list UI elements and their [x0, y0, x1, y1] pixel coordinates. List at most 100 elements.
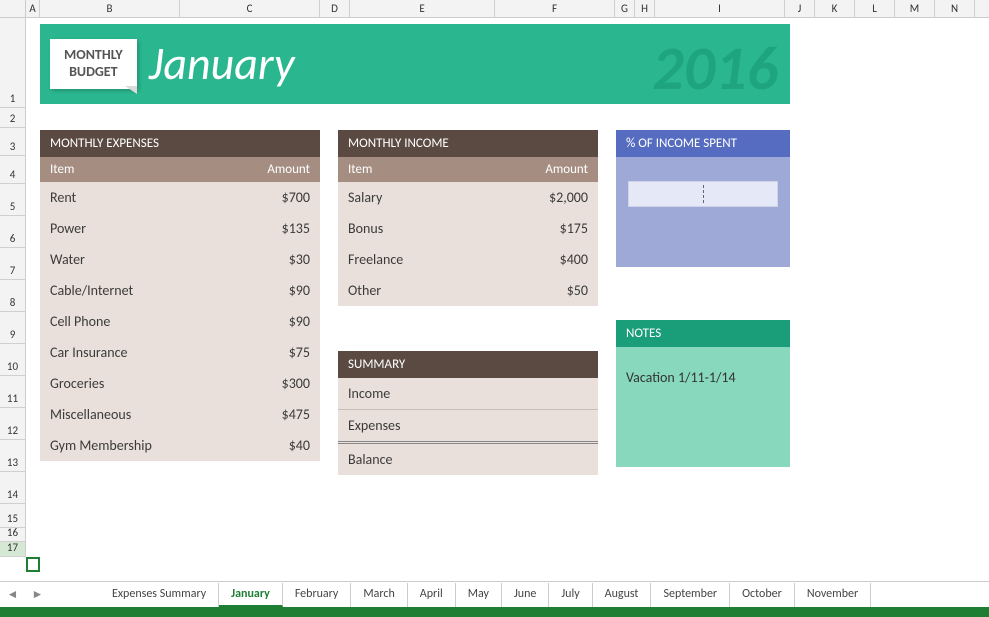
col-header-N[interactable]: N: [935, 0, 975, 17]
col-header-E[interactable]: E: [350, 0, 495, 17]
col-header-H[interactable]: H: [635, 0, 655, 17]
col-header-J[interactable]: J: [785, 0, 815, 17]
expense-amount: $90: [289, 282, 310, 299]
notes-body[interactable]: Vacation 1/11-1/14: [616, 347, 790, 467]
tab-july[interactable]: July: [549, 583, 592, 607]
table-row[interactable]: Water $30: [40, 244, 320, 275]
budget-badge: MONTHLY BUDGET: [50, 39, 137, 89]
col-header-B[interactable]: B: [40, 0, 180, 17]
row-header-5[interactable]: 5: [0, 184, 26, 216]
summary-label: Expenses: [348, 417, 401, 434]
tab-august[interactable]: August: [593, 583, 652, 607]
summary-body: Income Expenses Balance: [338, 378, 598, 475]
row-header-7[interactable]: 7: [0, 248, 26, 280]
tab-september[interactable]: September: [651, 583, 730, 607]
col-header-M[interactable]: M: [895, 0, 935, 17]
table-row[interactable]: Rent$700: [40, 182, 320, 213]
expenses-subhead: Item Amount: [40, 157, 320, 182]
row-header-1[interactable]: 1: [0, 18, 26, 108]
summary-row[interactable]: Income: [338, 378, 598, 410]
income-spent-header: % OF INCOME SPENT: [616, 130, 790, 157]
tab-january[interactable]: January: [219, 583, 283, 607]
summary-label: Income: [348, 385, 390, 402]
col-header-I[interactable]: I: [655, 0, 785, 17]
row-header-8[interactable]: 8: [0, 280, 26, 312]
row-header-12[interactable]: 12: [0, 408, 26, 440]
row-header-3[interactable]: 3: [0, 128, 26, 156]
expense-amount: $75: [289, 344, 310, 361]
expense-amount: $475: [282, 406, 310, 423]
column-headers: ABCDEFGHIJKLMN: [0, 0, 989, 18]
expense-amount: $30: [289, 251, 310, 268]
income-amount: $175: [560, 220, 588, 237]
badge-line1: MONTHLY: [64, 47, 123, 64]
row-header-6[interactable]: 6: [0, 216, 26, 248]
expense-item: Groceries: [50, 375, 104, 392]
col-header-G[interactable]: G: [615, 0, 635, 17]
row-header-11[interactable]: 11: [0, 376, 26, 408]
income-col-amount: Amount: [545, 162, 588, 177]
col-header-L[interactable]: L: [855, 0, 895, 17]
row-header-15[interactable]: 15: [0, 504, 26, 528]
worksheet[interactable]: MONTHLY BUDGET January 2016 MONTHLY EXPE…: [26, 18, 989, 582]
table-row[interactable]: Salary$2,000: [338, 182, 598, 213]
expense-amount: $90: [289, 313, 310, 330]
tab-expenses-summary[interactable]: Expenses Summary: [100, 583, 219, 607]
income-amount: $50: [567, 282, 588, 299]
table-row[interactable]: Cell Phone$90: [40, 306, 320, 337]
col-header-C[interactable]: C: [180, 0, 320, 17]
badge-line2: BUDGET: [64, 64, 123, 81]
col-header-D[interactable]: D: [320, 0, 350, 17]
tab-march[interactable]: March: [351, 583, 407, 607]
tab-prev-icon[interactable]: ◄: [7, 587, 19, 602]
income-subhead: Item Amount: [338, 157, 598, 182]
expense-item: Car Insurance: [50, 344, 127, 361]
expenses-col-amount: Amount: [267, 162, 310, 177]
row-header-9[interactable]: 9: [0, 312, 26, 344]
expense-amount: $135: [282, 220, 310, 237]
tab-february[interactable]: February: [283, 583, 352, 607]
tab-october[interactable]: October: [730, 583, 795, 607]
row-header-2[interactable]: 2: [0, 108, 26, 128]
income-card: MONTHLY INCOME Item Amount Salary$2,000B…: [338, 130, 598, 306]
expense-item: Water: [50, 251, 85, 268]
sheet-tabs-bar: ◄ ► Expenses SummaryJanuaryFebruaryMarch…: [0, 581, 989, 607]
table-row[interactable]: Power$135: [40, 213, 320, 244]
row-header-16[interactable]: 16: [0, 528, 26, 542]
summary-row[interactable]: Expenses: [338, 410, 598, 444]
income-header: MONTHLY INCOME: [338, 130, 598, 157]
row-header-10[interactable]: 10: [0, 344, 26, 376]
tab-april[interactable]: April: [408, 583, 456, 607]
row-header-4[interactable]: 4: [0, 156, 26, 184]
table-row[interactable]: Groceries$300: [40, 368, 320, 399]
summary-label: Balance: [348, 451, 392, 468]
row-header-17[interactable]: 17: [0, 542, 26, 557]
table-row[interactable]: Car Insurance $75: [40, 337, 320, 368]
table-row[interactable]: Cable/Internet$90: [40, 275, 320, 306]
income-item: Freelance: [348, 251, 403, 268]
notes-header: NOTES: [616, 320, 790, 347]
table-row[interactable]: Bonus $175: [338, 213, 598, 244]
tab-november[interactable]: November: [795, 583, 871, 607]
select-all-corner[interactable]: [0, 0, 26, 17]
income-item: Bonus: [348, 220, 383, 237]
table-row[interactable]: Other$50: [338, 275, 598, 306]
expense-item: Miscellaneous: [50, 406, 131, 423]
tab-may[interactable]: May: [456, 583, 502, 607]
col-header-A[interactable]: A: [26, 0, 40, 17]
summary-row[interactable]: Balance: [338, 444, 598, 475]
table-row[interactable]: Freelance $400: [338, 244, 598, 275]
income-amount: $400: [560, 251, 588, 268]
tab-next-icon[interactable]: ►: [32, 587, 44, 602]
tab-june[interactable]: June: [502, 583, 549, 607]
table-row[interactable]: Gym Membership$40: [40, 430, 320, 461]
col-header-F[interactable]: F: [495, 0, 615, 17]
title-banner: MONTHLY BUDGET January 2016: [40, 24, 790, 104]
col-header-K[interactable]: K: [815, 0, 855, 17]
table-row[interactable]: Miscellaneous $475: [40, 399, 320, 430]
income-col-item: Item: [348, 162, 372, 177]
income-item: Salary: [348, 189, 382, 206]
row-header-13[interactable]: 13: [0, 440, 26, 472]
active-cell[interactable]: [26, 557, 40, 572]
row-header-14[interactable]: 14: [0, 472, 26, 504]
